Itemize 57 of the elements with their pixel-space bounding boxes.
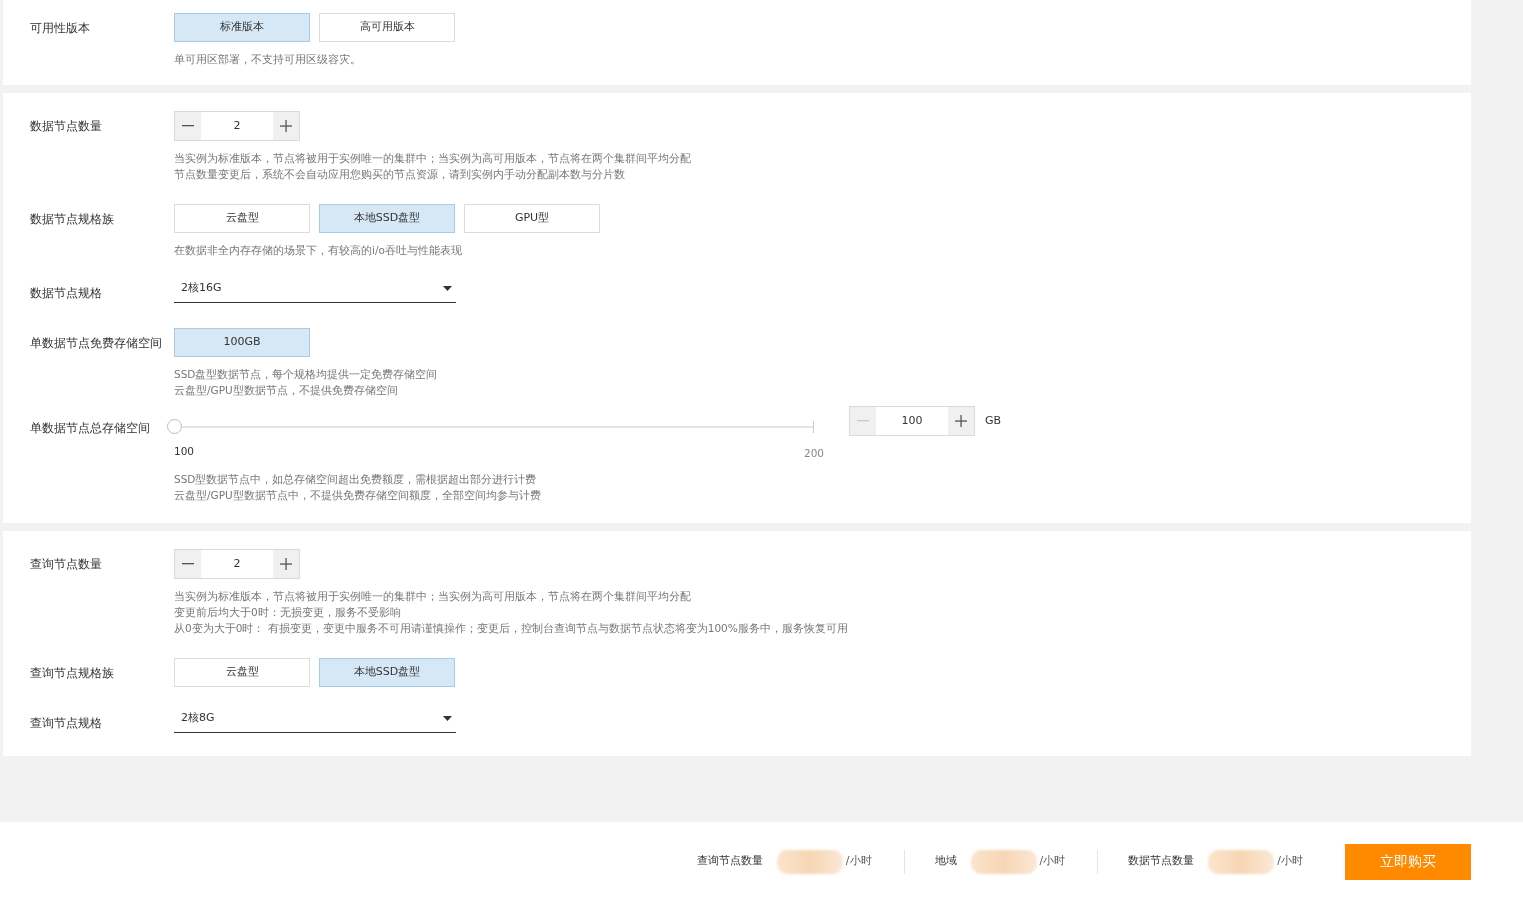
minus-button[interactable]: [175, 112, 201, 140]
option-button[interactable]: 本地SSD盘型: [319, 204, 455, 233]
caret-down-icon: [443, 286, 452, 291]
price-label: 查询节点数量: [696, 853, 763, 870]
plus-icon: [955, 415, 967, 427]
slider-max-label: 200: [803, 446, 824, 461]
option-button[interactable]: 高可用版本: [319, 13, 455, 42]
field-label: 查询节点规格族: [30, 664, 114, 682]
field-label: 可用性版本: [30, 20, 90, 37]
plus-button[interactable]: [948, 407, 974, 435]
plus-button[interactable]: [273, 112, 299, 140]
hint-text: SSD型数据节点中，如总存储空间超出免费额度，需根据超出部分进行计费: [174, 471, 538, 487]
minus-button[interactable]: [175, 549, 201, 578]
hint-text: 在数据非全内存存储的场景下，有较高的i/o吞吐与性能表现: [174, 243, 463, 258]
hint-text: 云盘型/GPU型数据节点，不提供免费存储空间: [174, 383, 399, 398]
slider-min-label: 100: [174, 444, 195, 459]
field-label: 数据节点数量: [30, 118, 102, 135]
price-label: 数据节点数量: [1128, 853, 1195, 870]
option-button[interactable]: GPU型: [464, 204, 600, 233]
price-label: 地域: [934, 853, 957, 870]
field-label: 数据节点规格: [30, 285, 102, 302]
option-button[interactable]: 云盘型: [174, 657, 310, 687]
plus-icon: [280, 120, 292, 132]
minus-icon: [182, 125, 194, 127]
select-dropdown[interactable]: 2核16G: [174, 280, 456, 303]
slider-thumb[interactable]: [167, 419, 182, 434]
blurred-price: [776, 849, 843, 874]
price-unit: /小时: [845, 853, 872, 870]
minus-icon: [182, 562, 194, 565]
field-label: 查询节点数量: [30, 555, 102, 573]
hint-text: 变更前后均大于0时：无损变更，服务不受影响: [174, 604, 402, 620]
option-button[interactable]: 本地SSD盘型: [319, 657, 455, 687]
hint-text: 从0变为大于0时： 有损变更，变更中服务不可用请谨慎操作；变更后，控制台查询节点与数据节点状态将变为100%服务中，服务恢复可用: [174, 620, 848, 636]
option-button[interactable]: 云盘型: [174, 204, 310, 233]
hint-text: 当实例为标准版本，节点将被用于实例唯一的集群中；当实例为高可用版本，节点将在两个集群间平均分配: [174, 588, 692, 604]
price-unit: /小时: [1039, 853, 1066, 870]
unit-label: GB: [985, 412, 1002, 429]
minus-icon: [857, 420, 869, 422]
blurred-price: [970, 849, 1037, 874]
plus-button[interactable]: [273, 549, 299, 578]
hint-text: SSD盘型数据节点，每个规格均提供一定免费存储空间: [174, 367, 438, 382]
field-label: 单数据节点免费存储空间: [30, 335, 162, 352]
caret-down-icon: [443, 715, 452, 721]
plus-icon: [280, 557, 292, 570]
slider-end-tick: [813, 421, 814, 433]
field-label: 单数据节点总存储空间: [30, 420, 150, 437]
hint-text: 节点数量变更后，系统不会自动应用您购买的节点资源，请到实例内手动分配副本数与分片数: [174, 167, 626, 182]
blurred-price: [1208, 849, 1275, 874]
option-button[interactable]: 100GB: [174, 328, 310, 357]
field-label: 查询节点规格: [30, 714, 102, 732]
option-button[interactable]: 标准版本: [174, 13, 310, 42]
select-dropdown[interactable]: 2核8G: [174, 709, 456, 733]
hint-text: 当实例为标准版本，节点将被用于实例唯一的集群中；当实例为高可用版本，节点将在两个集群间平均分配: [174, 151, 691, 166]
hint-text: 云盘型/GPU型数据节点中，不提供免费存储空间额度，全部空间均参与计费: [174, 487, 542, 503]
field-label: 数据节点规格族: [30, 211, 114, 228]
price-unit: /小时: [1277, 853, 1303, 870]
hint-text: 单可用区部署，不支持可用区级容灾。: [174, 52, 362, 67]
